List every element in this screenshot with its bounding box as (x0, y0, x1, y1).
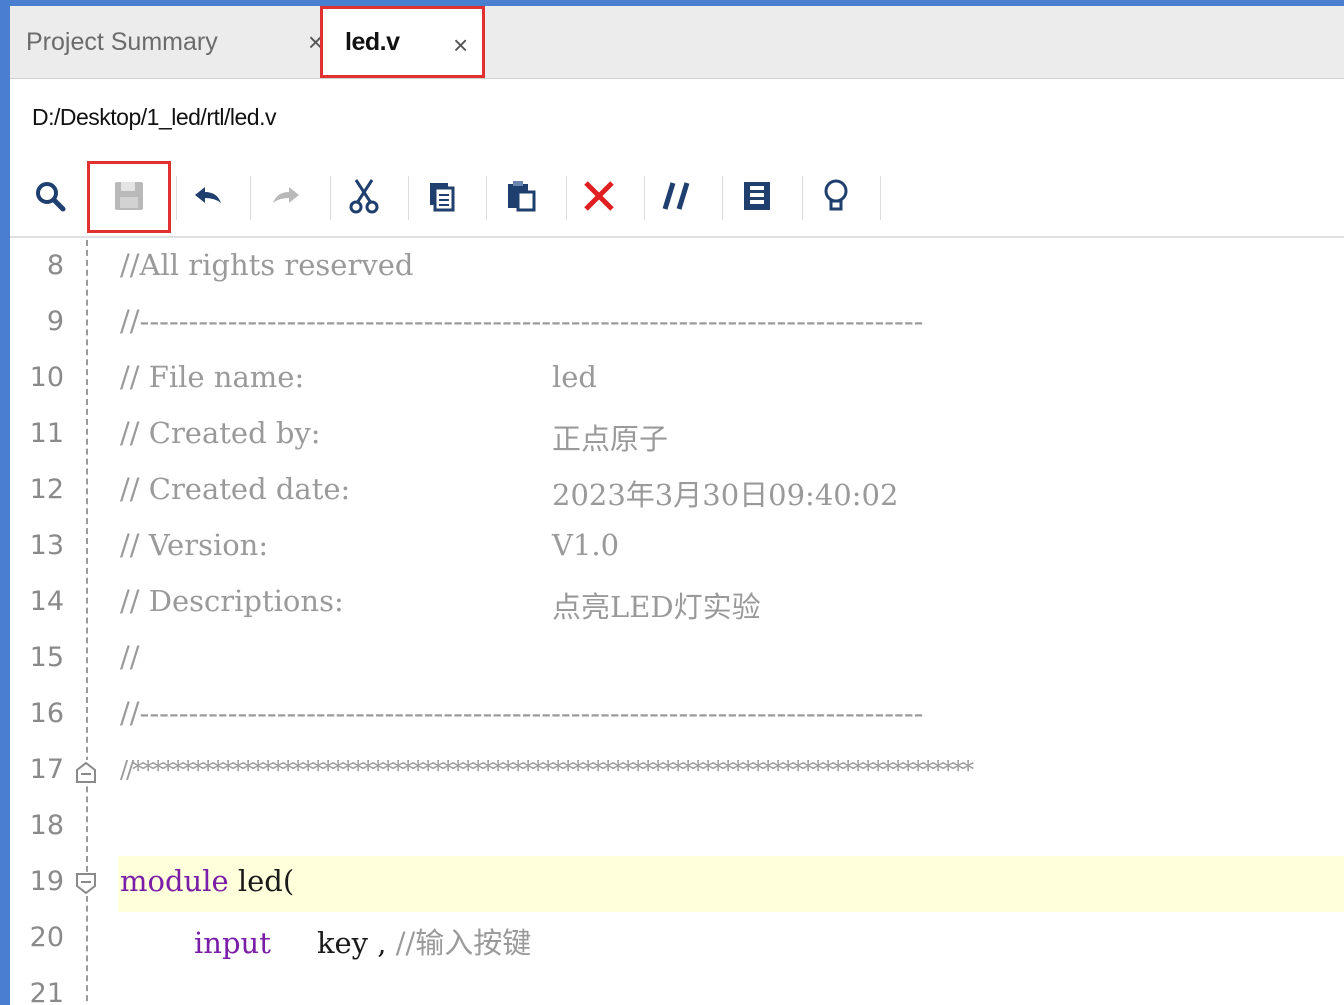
code-line: 12 // Created date: 2023年3月30日09:40:02 (29, 472, 899, 512)
code-line: 9 //------------------------------------… (46, 304, 924, 338)
fold-collapse-icon[interactable] (74, 872, 98, 896)
code-line: 17 //***********************************… (29, 754, 975, 785)
tab-bar: Project Summary × led.v × (10, 6, 1344, 79)
code-line: 8 //All rights reserved (46, 248, 414, 282)
code-line: 21 (29, 978, 64, 1005)
code-line: 10 // File name: led (29, 360, 598, 394)
block-icon[interactable] (735, 174, 779, 218)
current-line-highlight (118, 856, 1344, 912)
close-icon[interactable]: × (453, 32, 468, 58)
save-icon[interactable] (107, 174, 151, 218)
code-line: 16 //-----------------------------------… (29, 696, 924, 730)
editor-toolbar (10, 156, 1344, 234)
bulb-icon[interactable] (814, 174, 858, 218)
tab-label: Project Summary (26, 27, 218, 56)
toolbar-divider (10, 236, 1344, 238)
code-line: 14 // Descriptions: 点亮LED灯实验 (29, 584, 761, 624)
editor-window: Project Summary × led.v × D:/Desktop/1_l… (0, 0, 1344, 1005)
delete-icon[interactable] (577, 174, 621, 218)
paste-icon[interactable] (499, 174, 543, 218)
code-line-current: 19 module led( (10, 856, 1344, 912)
redo-icon[interactable] (264, 174, 308, 218)
code-line: 20 input key , //输入按键 (29, 922, 532, 960)
comment-icon[interactable] (656, 174, 700, 218)
tab-led-v[interactable]: led.v × (320, 6, 485, 78)
code-line: 11 // Created by: 正点原子 (29, 416, 669, 456)
tab-project-summary[interactable]: Project Summary × (26, 6, 326, 78)
cut-icon[interactable] (342, 174, 386, 218)
search-icon[interactable] (28, 174, 72, 218)
code-line: 13 // Version: V1.0 (29, 528, 620, 562)
code-editor[interactable]: 8 //All rights reserved 9 //------------… (10, 240, 1344, 1005)
tab-label: led.v (345, 27, 400, 56)
copy-icon[interactable] (420, 174, 464, 218)
file-path: D:/Desktop/1_led/rtl/led.v (32, 104, 276, 130)
code-line: 15 // (29, 640, 140, 674)
undo-icon[interactable] (186, 174, 230, 218)
code-line: 18 (29, 810, 64, 841)
fold-collapse-icon[interactable] (74, 760, 98, 784)
